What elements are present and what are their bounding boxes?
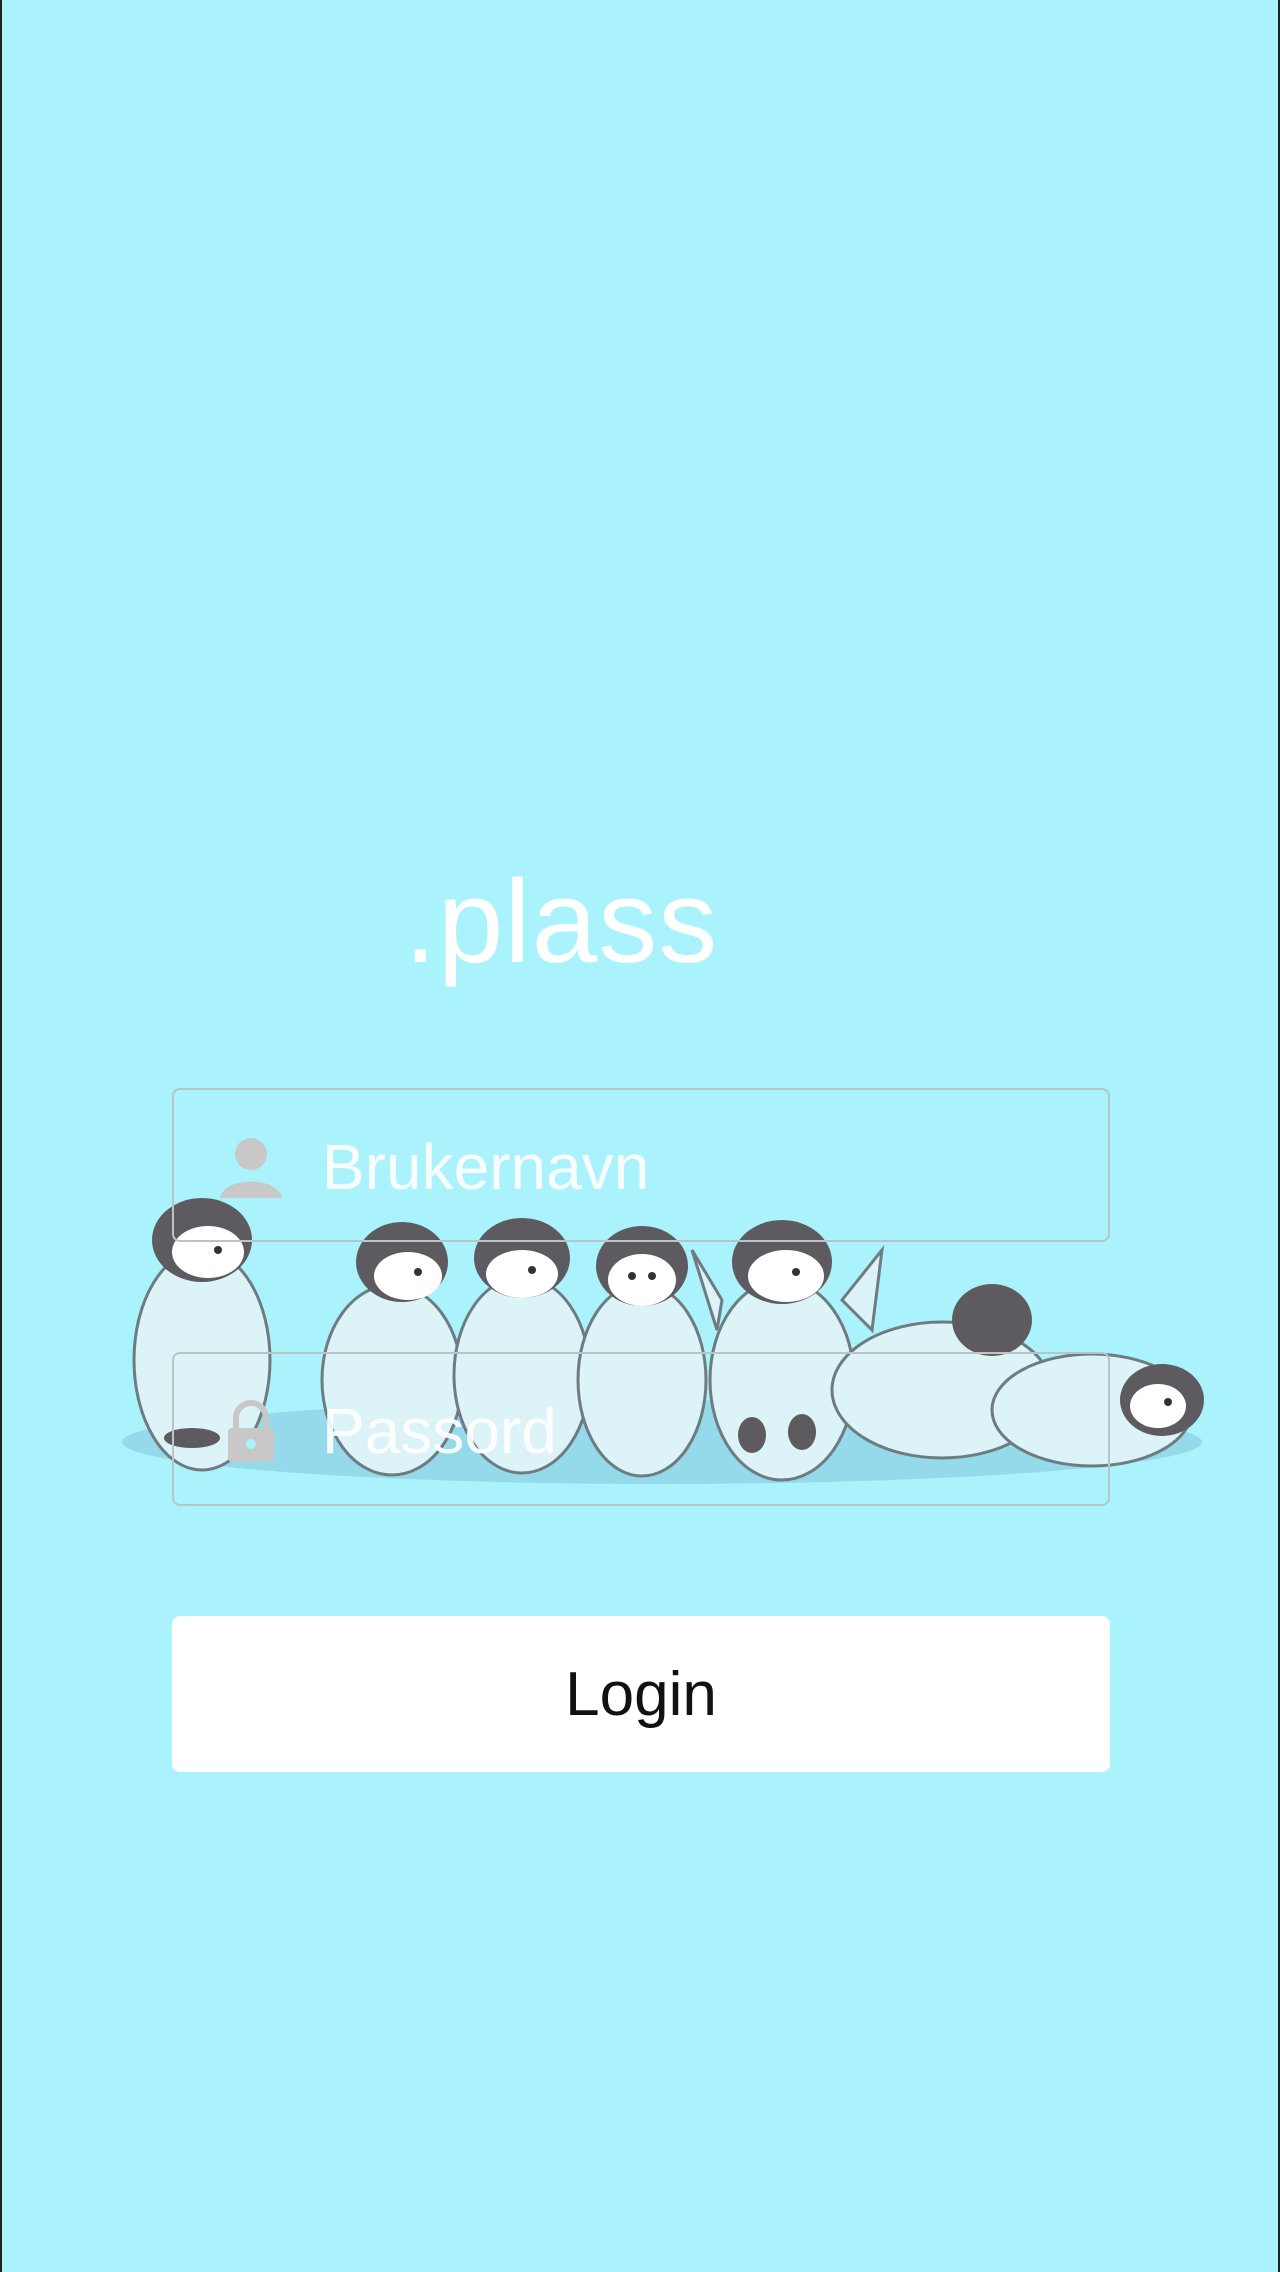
user-icon <box>220 1138 282 1198</box>
login-button[interactable]: Login <box>172 1616 1110 1772</box>
password-placeholder: Passord <box>322 1395 557 1467</box>
app-title: .plass <box>404 856 719 988</box>
login-button-label: Login <box>565 1659 717 1729</box>
username-field[interactable]: Brukernavn <box>172 1088 1110 1242</box>
username-placeholder: Brukernavn <box>322 1131 650 1203</box>
lock-icon <box>228 1400 274 1462</box>
login-screen: .plass Brukernavn Passord Login <box>0 0 1280 2272</box>
password-field[interactable]: Passord <box>172 1352 1110 1506</box>
